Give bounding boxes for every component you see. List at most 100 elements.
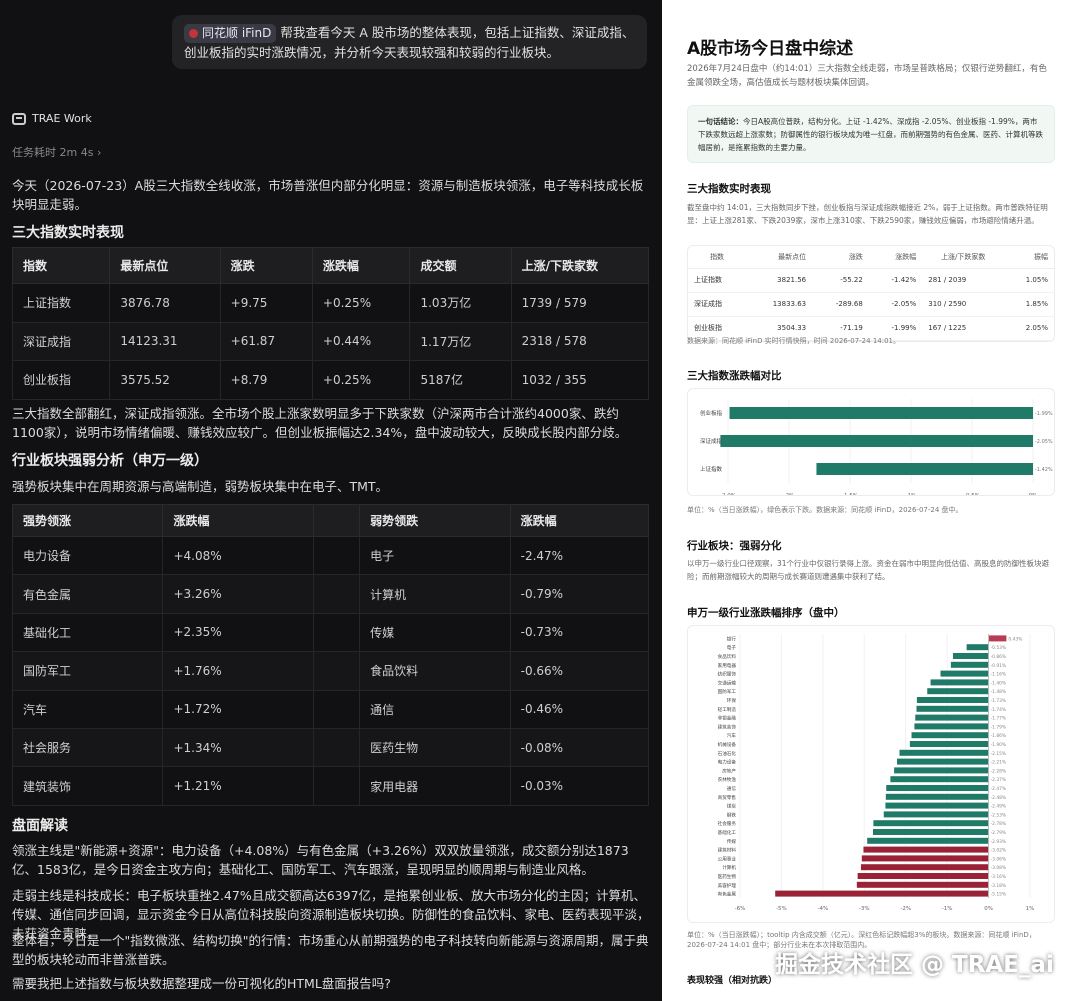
- data-label: -2.53%: [991, 812, 1007, 818]
- category-label: 轻工制造: [718, 706, 737, 713]
- table-row: 汽车 +1.72% 通信 -0.46%: [11, 689, 650, 729]
- table-cell: 3876.78: [109, 283, 221, 323]
- category-label: 非银金融: [718, 715, 737, 722]
- table-cell: 2318 / 578: [510, 321, 650, 361]
- bottom-heading: 表现较强（相对抗跌）: [687, 976, 778, 986]
- bar-交通运输: [930, 679, 989, 686]
- category-label: 传媒: [727, 838, 737, 845]
- bar-通信: [886, 785, 989, 791]
- table-cell: 深证成指: [688, 292, 747, 317]
- table-cell: -2.05%: [868, 292, 923, 317]
- data-label: -1.77%: [991, 716, 1007, 722]
- task-elapsed-toggle[interactable]: 任务耗时 2m 4s ›: [12, 144, 101, 160]
- data-label: -0.91%: [991, 663, 1007, 669]
- bar-钢铁: [883, 811, 989, 818]
- bar-石油石化: [899, 749, 989, 756]
- table-cell: 有色金属: [11, 574, 164, 614]
- table-cell: 电子: [359, 535, 511, 576]
- category-label: 交通运输: [718, 679, 737, 686]
- category-label: 房地产: [722, 767, 736, 774]
- category-label: 商贸零售: [718, 794, 737, 801]
- x-tick-label: 0%: [1029, 493, 1038, 495]
- sector-rank-chart: -6% -5% -4% -3% -2% -1% 0% 1% 银行 0.43% 电子 -0.53% 食品饮…: [718, 634, 1034, 912]
- category-label: 石油石化: [718, 750, 737, 757]
- index-bar-chart: -2.0% -2% -1.5% -1% -0.5% 0% 创业板指 -1.99% 深证成指 -2.…: [700, 399, 1053, 499]
- index-bar-chart-card: -2.0% -2% -1.5% -1% -0.5% 0% 创业板指 -1.99% 深证成指 -2.…: [687, 388, 1055, 499]
- column-header: 振幅: [1004, 246, 1054, 269]
- category-label: 钢铁: [727, 811, 737, 818]
- bar-电力设备: [897, 758, 989, 765]
- agent-header: TRAE Work: [12, 112, 92, 125]
- ifind-logo-icon: [189, 29, 198, 38]
- ifind-badge-label: 同花顺 iFinD: [202, 26, 272, 40]
- index-table: 指数 最新点位 涨跌 涨跌幅 成交额 上涨/下跌家数 上证指数 3876.78 +9.75 +0…: [11, 247, 650, 400]
- table-cell: [313, 535, 361, 576]
- x-tick-label: -6%: [735, 906, 746, 912]
- table-row: 深证成指 13833.63 -289.68 -2.05% 310 / 2590 1.85%: [688, 292, 1054, 317]
- column-header: [313, 504, 361, 537]
- category-label: 建筑装饰: [718, 723, 737, 730]
- category-label: 银行: [727, 635, 737, 642]
- table-cell: +1.72%: [162, 689, 315, 729]
- bar-家用电器: [950, 661, 989, 668]
- chat-panel: 同花顺 iFinD 帮我查看今天 A 股市场的整体表现，包括上证指数、深证成指、创…: [0, 0, 662, 1001]
- table-cell: 计算机: [359, 574, 511, 614]
- table-cell: 深证成指: [11, 321, 111, 361]
- data-label: -5.15%: [991, 892, 1007, 898]
- data-label: -2.21%: [991, 760, 1007, 766]
- data-label: -2.37%: [991, 777, 1007, 783]
- agent-name: TRAE Work: [32, 112, 92, 125]
- table-cell: 医药生物: [359, 727, 511, 768]
- table-cell: +0.25%: [311, 283, 411, 323]
- table-cell: +3.26%: [162, 574, 315, 614]
- sector-table-header: 强势领涨 涨跌幅 弱势领跌 涨跌幅: [11, 504, 650, 537]
- index-table-header: 指数 最新点位 涨跌 涨跌幅 成交额 上涨/下跌家数: [11, 247, 650, 284]
- bar-有色金属: [775, 890, 989, 897]
- table-cell: 汽车: [11, 689, 164, 729]
- sector-intro: 强势板块集中在周期资源与高端制造，弱势板块集中在电子、TMT。: [12, 479, 389, 494]
- table-cell: +61.87: [219, 321, 313, 361]
- data-label: -3.16%: [991, 874, 1007, 880]
- table-row: 社会服务 +1.34% 医药生物 -0.08%: [11, 727, 650, 768]
- bar-机械设备: [909, 741, 989, 747]
- review-paragraph-1: 领涨主线是"新能源+资源"：电力设备（+4.08%）与有色金属（+3.26%）双…: [12, 843, 629, 877]
- summary-box: 一句话结论：今日A股高位普跌，结构分化。上证 -1.42%、深成指 -2.05%…: [687, 105, 1055, 163]
- category-label: 医药生物: [718, 873, 737, 880]
- column-header: 涨跌幅: [868, 246, 923, 269]
- task-elapsed-label: 任务耗时 2m 4s: [12, 146, 94, 159]
- table-cell: 食品饮料: [359, 651, 511, 691]
- x-tick-label: 0%: [984, 906, 993, 912]
- column-header: 涨跌幅: [509, 504, 650, 537]
- data-label: -2.79%: [991, 830, 1007, 836]
- table-cell: -0.79%: [509, 574, 650, 614]
- table-cell: [313, 651, 361, 691]
- table-cell: [313, 574, 361, 614]
- table-cell: 1.85%: [1004, 292, 1054, 317]
- bar-建筑材料: [863, 846, 989, 853]
- table-cell: [313, 689, 361, 729]
- bar-非银金融: [915, 714, 989, 721]
- table-row: 上证指数 3821.56 -55.22 -1.42% 281 / 2039 1.05%: [688, 268, 1054, 293]
- table-cell: +0.25%: [311, 360, 411, 400]
- x-tick-label: -3%: [859, 906, 870, 912]
- category-label: 电子: [727, 644, 737, 651]
- table-row: 国防军工 +1.76% 食品饮料 -0.66%: [11, 651, 650, 691]
- sector-table: 强势领涨 涨跌幅 弱势领跌 涨跌幅 电力设备 +4.08% 电子 -2.47% 有色金属 +3.…: [11, 504, 650, 806]
- table-cell: 通信: [359, 689, 511, 729]
- bar-社会服务: [873, 820, 989, 827]
- category-label: 国防军工: [718, 688, 737, 695]
- ifind-tool-badge[interactable]: 同花顺 iFinD: [184, 24, 277, 43]
- report-index-table-header: 指数 最新点位 涨跌 涨跌幅 上涨/下跌家数 振幅: [688, 246, 1054, 269]
- table-cell: 310 / 2590: [922, 292, 1005, 317]
- bar-基础化工: [872, 829, 989, 835]
- bar-国防军工: [927, 688, 989, 695]
- column-header: 上涨/下跌家数: [510, 247, 650, 284]
- report-sector-desc: 以申万一级行业口径观察，31个行业中仅银行录得上涨。资金在弱市中明显向低估值、高…: [687, 559, 1050, 581]
- x-tick-label: -5%: [776, 906, 787, 912]
- data-label: -1.73%: [991, 698, 1007, 704]
- bar-医药生物: [857, 873, 989, 879]
- report-meta: 2026年7月24日盘中（约14:01）三大指数全线走弱，市场呈普跌格局；仅银行…: [687, 64, 1047, 88]
- data-label: -2.47%: [991, 786, 1007, 792]
- table-cell: 1739 / 579: [510, 283, 650, 323]
- data-label: -1.40%: [991, 680, 1007, 686]
